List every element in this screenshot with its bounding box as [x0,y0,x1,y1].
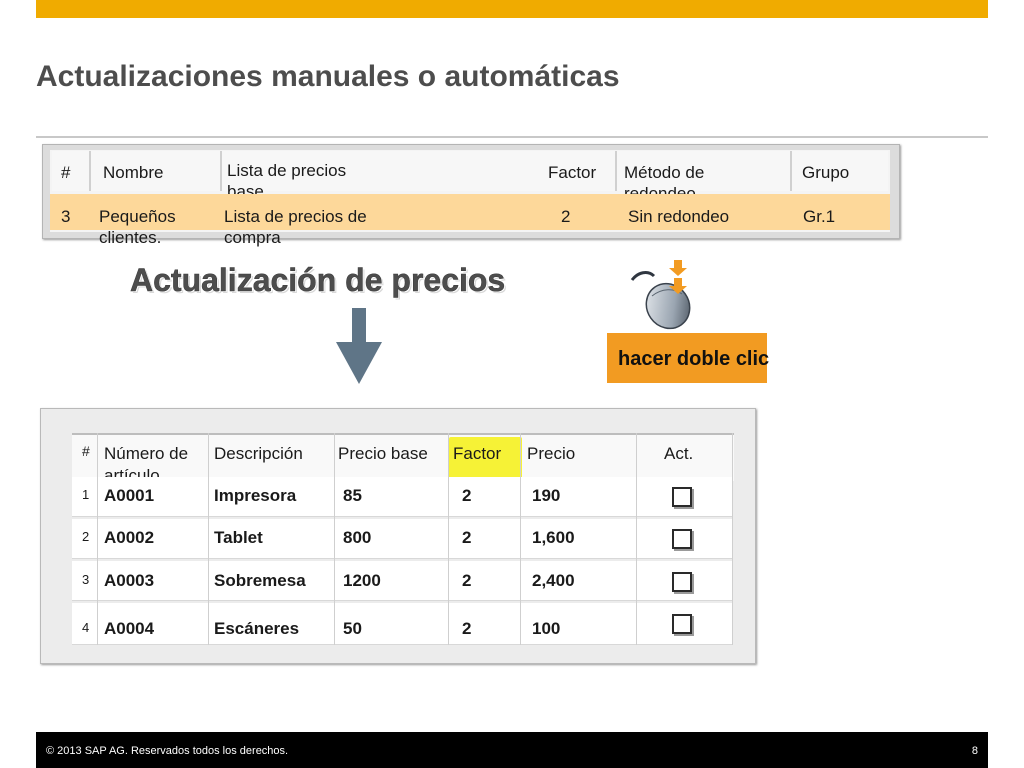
row-group: Gr.1 [803,207,836,226]
table-row[interactable] [72,561,732,601]
col-header-price: Precio [527,444,576,463]
item-number: A0001 [104,486,155,505]
item-price: 100 [532,619,561,638]
item-base-price: 1200 [343,571,381,590]
column-divider [89,151,91,191]
item-description: Impresora [214,486,297,505]
double-click-button[interactable]: hacer doble clic [607,333,770,383]
row-index: 4 [82,620,90,635]
col-header-item-line1: Número de [104,444,189,463]
table-row[interactable] [72,477,732,517]
item-factor: 2 [462,571,472,590]
item-price: 2,400 [532,571,575,590]
item-number: A0003 [104,571,155,590]
column-divider [220,151,222,191]
update-prices-heading: Actualización de precios [130,262,506,299]
price-list-header-row [52,151,888,191]
update-checkbox[interactable] [672,529,692,549]
item-description: Tablet [214,528,263,547]
column-divider [520,433,521,645]
mouse-icon [630,260,691,330]
footer-bar: © 2013 SAP AG. Reservados todos los dere… [36,732,988,768]
row-num: 3 [61,207,71,226]
item-number: A0002 [104,528,155,547]
item-price: 190 [532,486,561,505]
col-header-rounding-line1: Método de [624,163,705,182]
row-index: 1 [82,487,90,502]
update-checkbox[interactable] [672,572,692,592]
row-base-list: Lista de precios de compra [224,206,367,248]
col-header-update: Act. [664,444,694,463]
column-divider [448,433,449,645]
slide-title: Actualizaciones manuales o automáticas [36,60,620,93]
item-factor: 2 [462,619,472,638]
row-base-list-line2: compra [224,228,281,247]
table-row[interactable] [72,603,732,645]
accent-bar [36,0,988,18]
item-description: Sobremesa [214,571,306,590]
col-header-description: Descripción [214,444,303,463]
column-divider [732,433,733,645]
item-factor: 2 [462,486,472,505]
double-click-label: hacer doble clic [618,348,770,370]
column-divider [208,433,209,645]
column-divider [615,151,617,191]
col-header-factor: Factor [453,444,502,463]
item-base-price: 50 [343,619,362,638]
row-factor: 2 [561,207,571,226]
col-header-base-price: Precio base [338,444,428,463]
update-checkbox[interactable] [672,614,692,634]
column-divider [334,433,335,645]
row-index: 2 [82,529,90,544]
col-header-num: # [61,163,71,182]
arrow-down-icon [336,308,382,384]
row-rounding: Sin redondeo [628,207,730,226]
column-divider [636,433,637,645]
row-name-line2: clientes. [99,228,162,247]
row-index: 3 [82,572,90,587]
item-base-price: 800 [343,528,372,547]
footer-copyright: © 2013 SAP AG. Reservados todos los dere… [46,745,289,757]
column-divider [790,151,792,191]
page-number: 8 [971,745,978,757]
row-name: Pequeños clientes. [99,206,176,248]
title-divider [36,136,988,138]
item-number: A0004 [104,619,155,638]
col-header-factor: Factor [548,163,597,182]
col-header-name: Nombre [103,163,164,182]
table-row[interactable] [72,519,732,559]
item-factor: 2 [462,528,472,547]
item-price: 1,600 [532,528,575,547]
update-checkbox[interactable] [672,487,692,507]
col-header-base-list-line1: Lista de precios [227,161,347,180]
col-header-group: Grupo [802,163,850,182]
col-header-num: # [82,443,90,459]
row-name-line1: Pequeños [99,207,176,226]
column-divider [97,433,98,645]
item-base-price: 85 [343,486,362,505]
item-description: Escáneres [214,619,300,638]
price-list-row[interactable] [50,194,890,230]
row-base-list-line1: Lista de precios de [224,207,367,226]
